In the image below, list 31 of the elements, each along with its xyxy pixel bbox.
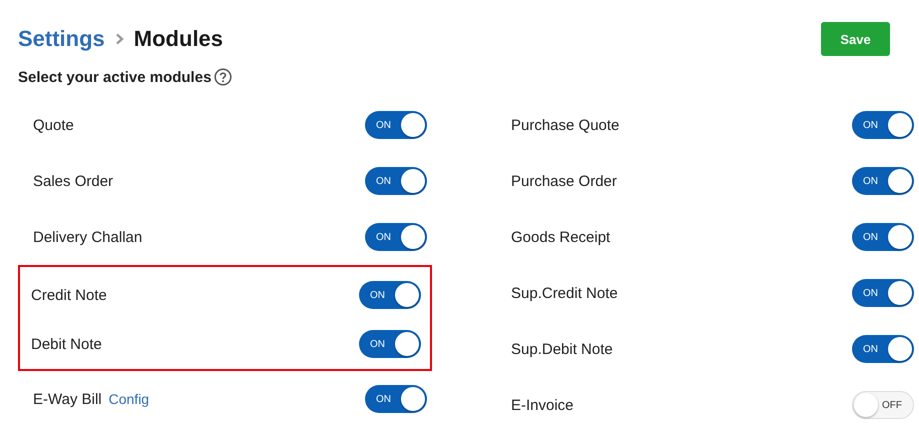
module-label: Purchase Quote [511, 116, 620, 134]
module-label: Quote [33, 116, 74, 134]
module-label: Credit Note [31, 286, 107, 304]
module-toggle[interactable]: ON [365, 111, 427, 139]
config-link[interactable]: Config [108, 391, 150, 407]
module-label: Debit Note [31, 336, 102, 352]
module-label: Sup.Credit Note [511, 284, 618, 302]
module-toggle[interactable]: OFF [852, 391, 914, 419]
module-toggle[interactable]: ON [852, 335, 914, 363]
module-toggle[interactable]: ON [359, 281, 421, 309]
module-toggle[interactable]: ON [365, 385, 427, 413]
module-label: E-Way Bill [33, 390, 102, 408]
breadcrumb-link[interactable]: Settings [18, 26, 105, 52]
module-label: Goods Receipt [511, 228, 610, 246]
page-title: Modules [134, 26, 224, 52]
module-label: Sup.Debit Note [511, 340, 613, 358]
module-toggle[interactable]: ON [365, 223, 427, 251]
module-label: Delivery Challan [33, 228, 142, 246]
chevron-icon [114, 33, 124, 45]
module-label: Purchase Order [511, 172, 617, 190]
module-toggle[interactable]: ON [852, 279, 914, 307]
module-toggle[interactable]: ON [852, 111, 914, 139]
save-button[interactable]: Save [821, 22, 890, 56]
module-toggle[interactable]: ON [365, 167, 427, 195]
module-toggle[interactable]: ON [852, 223, 914, 251]
module-toggle[interactable]: ON [852, 167, 914, 195]
module-label: E-Invoice [511, 396, 574, 414]
help-icon[interactable] [214, 68, 232, 86]
module-toggle[interactable]: ON [359, 330, 421, 358]
section-title: Select your active modules [18, 68, 212, 86]
module-label: Sales Order [33, 172, 114, 190]
